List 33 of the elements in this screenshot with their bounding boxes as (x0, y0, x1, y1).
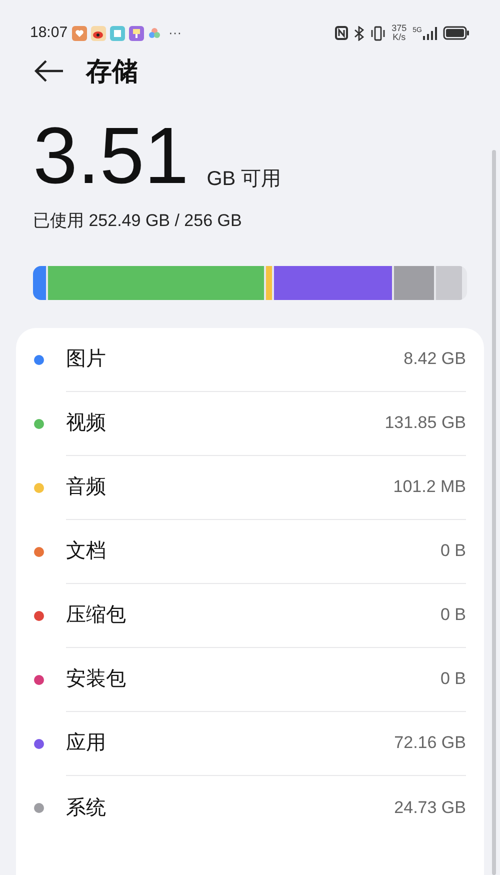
net-speed: 375 (392, 24, 407, 33)
more-notifications: ··· (168, 24, 182, 42)
signal-icon (423, 26, 437, 40)
free-space-value: 3.51 (33, 116, 189, 196)
back-arrow-icon[interactable] (34, 59, 64, 83)
category-size: 0 B (440, 604, 466, 626)
category-size: 0 B (440, 540, 466, 562)
category-size: 72.16 GB (394, 732, 466, 754)
used-space: 已使用 252.49 GB / 256 GB (33, 210, 243, 232)
category-size: 24.73 GB (394, 796, 466, 819)
category-name: 图片 (66, 347, 106, 372)
eye-app-icon (90, 26, 106, 40)
category-size: 8.42 GB (404, 348, 466, 370)
status-time: 18:07 (30, 22, 68, 43)
category-size: 101.2 MB (393, 476, 466, 498)
category-name: 视频 (66, 411, 106, 436)
category-name: 压缩包 (66, 603, 126, 628)
bluetooth-icon (354, 26, 364, 40)
page-title: 存储 (86, 54, 138, 88)
category-name: 音频 (66, 475, 106, 500)
category-size: 131.85 GB (384, 412, 466, 434)
heart-app-icon (72, 26, 87, 40)
free-space-unit: GB 可用 (206, 167, 282, 192)
category-name: 系统 (66, 796, 106, 820)
net-speed-unit: K/s (392, 33, 406, 42)
category-name: 文档 (66, 539, 106, 564)
nfc-icon (334, 26, 348, 40)
category-name: 应用 (66, 731, 106, 756)
flower-app-icon (148, 26, 161, 40)
vibrate-icon (370, 26, 386, 40)
category-name: 安装包 (66, 667, 126, 692)
battery-icon (443, 26, 470, 40)
category-size: 0 B (440, 668, 466, 690)
